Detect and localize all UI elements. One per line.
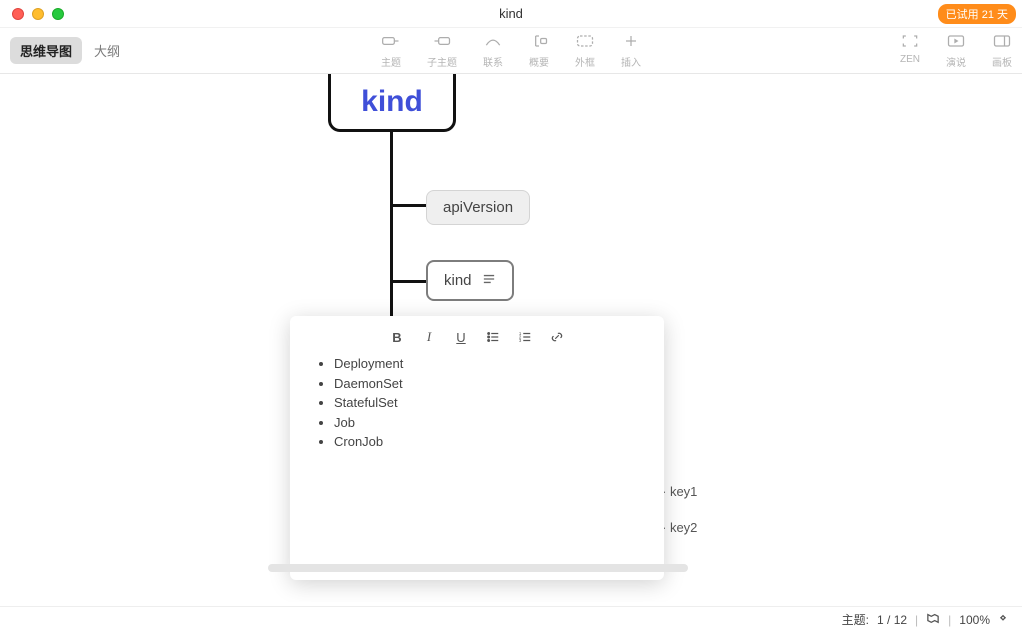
tab-outline[interactable]: 大纲 xyxy=(84,37,130,64)
root-node[interactable]: kind xyxy=(328,74,456,132)
underline-button[interactable]: U xyxy=(452,328,470,346)
status-topic-label: 主题: xyxy=(842,611,869,628)
mindmap-canvas[interactable]: kind apiVersion kind · key1 · key2 B I U… xyxy=(0,74,1022,602)
peek-key2: · key2 xyxy=(662,520,697,535)
summary-button[interactable]: 概要 xyxy=(529,33,549,69)
note-icon[interactable] xyxy=(482,272,496,289)
window-controls xyxy=(0,8,64,20)
insert-button[interactable]: 插入 xyxy=(621,33,641,69)
ordered-list-button[interactable]: 123 xyxy=(516,328,534,346)
zen-button[interactable]: ZEN xyxy=(900,33,920,69)
toolbar: 思维导图 大纲 主题 子主题 联系 概要 外框 插入 xyxy=(0,28,1022,74)
relationship-icon xyxy=(483,33,503,52)
node-kind-label: kind xyxy=(444,272,472,289)
zoom-level[interactable]: 100% xyxy=(959,613,990,627)
present-label: 演说 xyxy=(946,54,966,69)
panel-label: 画板 xyxy=(992,54,1012,69)
note-item[interactable]: Job xyxy=(334,413,648,433)
note-list[interactable]: Deployment DaemonSet StatefulSet Job Cro… xyxy=(306,354,648,452)
boundary-button[interactable]: 外框 xyxy=(575,33,595,69)
connector-to-kind xyxy=(390,280,426,283)
right-tools: ZEN 演说 画板 xyxy=(900,33,1012,69)
separator: | xyxy=(948,613,951,627)
link-button[interactable] xyxy=(548,328,566,346)
summary-icon xyxy=(529,33,549,52)
node-apiversion[interactable]: apiVersion xyxy=(426,190,530,225)
bold-button[interactable]: B xyxy=(388,328,406,346)
topic-icon xyxy=(381,33,401,52)
close-icon[interactable] xyxy=(12,8,24,20)
trial-badge[interactable]: 已试用 21 天 xyxy=(938,4,1016,24)
connector-to-api xyxy=(390,204,426,207)
panel-icon xyxy=(992,33,1012,52)
status-topic-count: 1 / 12 xyxy=(877,613,907,627)
chevron-icon[interactable] xyxy=(998,613,1008,627)
maximize-icon[interactable] xyxy=(52,8,64,20)
summary-label: 概要 xyxy=(529,54,549,69)
panel-button[interactable]: 画板 xyxy=(992,33,1012,69)
separator: | xyxy=(915,613,918,627)
minimize-icon[interactable] xyxy=(32,8,44,20)
relationship-button[interactable]: 联系 xyxy=(483,33,503,69)
italic-button[interactable]: I xyxy=(420,328,438,346)
note-item[interactable]: StatefulSet xyxy=(334,393,648,413)
view-toggle: 思维导图 大纲 xyxy=(10,37,130,64)
note-item[interactable]: Deployment xyxy=(334,354,648,374)
peek-key1: · key1 xyxy=(662,484,697,499)
boundary-icon xyxy=(575,33,595,52)
bullet-list-button[interactable] xyxy=(484,328,502,346)
notes-popover[interactable]: B I U 123 Deployment DaemonSet StatefulS… xyxy=(290,316,664,580)
statusbar: 主题: 1 / 12 | | 100% xyxy=(0,606,1022,632)
subtopic-button[interactable]: 子主题 xyxy=(427,33,457,69)
note-item[interactable]: DaemonSet xyxy=(334,374,648,394)
node-kind[interactable]: kind xyxy=(426,260,514,301)
boundary-label: 外框 xyxy=(575,54,595,69)
center-tools: 主题 子主题 联系 概要 外框 插入 xyxy=(381,33,641,69)
svg-text:3: 3 xyxy=(519,338,522,343)
horizontal-scrollbar[interactable] xyxy=(268,564,688,572)
insert-label: 插入 xyxy=(621,54,641,69)
tab-mindmap[interactable]: 思维导图 xyxy=(10,37,82,64)
subtopic-label: 子主题 xyxy=(427,54,457,69)
titlebar: kind 已试用 21 天 xyxy=(0,0,1022,28)
present-button[interactable]: 演说 xyxy=(946,33,966,69)
note-item[interactable]: CronJob xyxy=(334,432,648,452)
window-title: kind xyxy=(0,6,1022,21)
plus-icon xyxy=(621,33,641,52)
zen-icon xyxy=(900,33,920,52)
zen-label: ZEN xyxy=(900,54,920,65)
topic-label: 主题 xyxy=(381,54,401,69)
subtopic-icon xyxy=(432,33,452,52)
play-icon xyxy=(946,33,966,52)
relationship-label: 联系 xyxy=(483,54,503,69)
map-icon[interactable] xyxy=(926,612,940,627)
notes-format-toolbar: B I U 123 xyxy=(306,326,648,354)
topic-button[interactable]: 主题 xyxy=(381,33,401,69)
